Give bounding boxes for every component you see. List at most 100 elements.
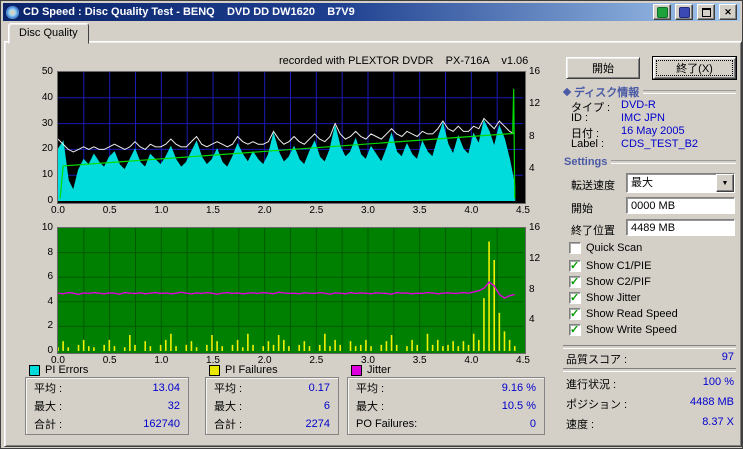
pi-failures-stats-box: 平均 : 0.17 最大 : 6 合計 : 2274 — [205, 377, 339, 435]
axis-tick-label: 16 — [529, 222, 541, 233]
stat-row: 合計 : 162740 — [26, 414, 188, 432]
disc-label-row: Label : CDS_TEST_B2 — [571, 138, 735, 150]
close-icon: ✕ — [724, 6, 732, 17]
check-icon: ✓ — [570, 276, 580, 288]
progress-label: 進行状況 : — [566, 379, 617, 391]
axis-tick-label: 2.5 — [309, 355, 324, 366]
check-icon: ✓ — [570, 260, 580, 272]
disc-info-header-label: ディスク情報 — [574, 87, 640, 99]
stat-label: 最大 : — [214, 400, 243, 413]
exit-button[interactable]: 終了(X) — [653, 57, 736, 79]
checkbox-show-c1-pie[interactable]: ✓ Show C1/PIE — [569, 259, 651, 273]
pin-icon — [656, 6, 668, 18]
stat-value: 10.5 % — [501, 399, 536, 412]
cd-disc-icon[interactable] — [6, 5, 19, 19]
stat-value: 0.17 — [308, 381, 330, 394]
progress-value: 100 % — [702, 376, 734, 388]
stat-label: 平均 : — [214, 382, 243, 395]
checkbox[interactable]: ✓ — [569, 276, 581, 288]
cd-speed-window: CD Speed : Disc Quality Test - BENQ DVD … — [0, 0, 743, 449]
settings-header: Settings — [564, 156, 736, 168]
axis-tick-label: 2.0 — [257, 205, 272, 216]
axis-tick-label: 4.5 — [516, 355, 530, 366]
speed-value: 8.37 X — [702, 416, 734, 428]
axis-tick-label: 1.5 — [206, 355, 220, 366]
axis-tick-label: 2.5 — [309, 205, 324, 216]
titlebar: CD Speed : Disc Quality Test - BENQ DVD … — [3, 3, 740, 21]
stat-value: 162740 — [143, 417, 180, 430]
axis-tick-label: 30 — [41, 117, 53, 129]
tray-button[interactable] — [675, 4, 693, 20]
speed-select-value: 最大 — [631, 177, 653, 189]
disc-label-label: Label : — [571, 138, 605, 150]
checkbox-label: Show Write Speed — [586, 324, 677, 336]
recorded-with-label: recorded with PLEXTOR DVDR PX-716A v1.06 — [279, 55, 529, 67]
maximize-button[interactable] — [697, 4, 715, 20]
axis-tick-label: 4 — [529, 162, 535, 174]
axis-tick-label: 2.0 — [257, 355, 272, 366]
axis-tick-label: 8 — [529, 130, 535, 142]
header-rule — [611, 160, 736, 164]
checkbox-label: Quick Scan — [586, 242, 643, 254]
speed-select[interactable]: 最大 ▼ — [626, 173, 735, 193]
quality-score-label: 品質スコア : — [566, 354, 628, 366]
checkbox-show-jitter[interactable]: ✓ Show Jitter — [569, 291, 640, 305]
diamond-icon — [562, 87, 572, 97]
stat-value: 9.16 % — [501, 381, 536, 394]
quality-score-value: 97 — [721, 351, 734, 363]
axis-tick-label: 1.0 — [154, 355, 169, 366]
chevron-down-icon[interactable]: ▼ — [716, 174, 734, 192]
checkbox[interactable]: ✓ — [569, 308, 581, 320]
end-position-field[interactable]: 4489 MB — [626, 219, 735, 236]
disc-id-value: IMC JPN — [621, 112, 665, 124]
maximize-icon — [701, 7, 711, 17]
stat-row: 最大 : 10.5 % — [348, 396, 544, 414]
axis-tick-label: 12 — [529, 98, 541, 110]
axis-tick-label: 16 — [529, 66, 541, 77]
axis-tick-label: 0.0 — [51, 205, 65, 216]
checkbox[interactable] — [569, 242, 581, 254]
jitter-swatch — [351, 364, 362, 376]
checkbox-show-write-speed[interactable]: ✓ Show Write Speed — [569, 323, 677, 337]
axis-tick-label: 10 — [41, 169, 53, 181]
tray-icon — [678, 6, 690, 18]
pif-jitter-chart-svg — [57, 228, 523, 351]
pi-errors-stats-box: 平均 : 13.04 最大 : 32 合計 : 162740 — [25, 377, 189, 435]
header-rule — [643, 90, 736, 94]
axis-tick-label: 8 — [47, 246, 53, 258]
stat-row: 平均 : 0.17 — [206, 378, 338, 396]
checkbox-label: Show C1/PIE — [586, 260, 652, 272]
pie-errors-chart — [57, 71, 526, 204]
pie-errors-chart-svg — [57, 72, 523, 202]
start-button[interactable]: 開始 — [566, 57, 640, 79]
checkbox[interactable]: ✓ — [569, 260, 581, 272]
checkbox-label: Show Jitter — [586, 292, 641, 304]
stat-label: 合計 : — [34, 418, 63, 431]
stat-value: 13.04 — [152, 381, 180, 394]
checkbox-quick-scan[interactable]: Quick Scan — [569, 241, 642, 255]
start-position-field[interactable]: 0000 MB — [626, 197, 735, 214]
speed-label: 速度 : — [566, 419, 595, 431]
position-label: ポジション : — [566, 399, 628, 411]
disc-label-value: CDS_TEST_B2 — [621, 138, 699, 150]
checkbox-show-read-speed[interactable]: ✓ Show Read Speed — [569, 307, 678, 321]
checkbox[interactable]: ✓ — [569, 324, 581, 336]
close-button[interactable]: ✕ — [719, 4, 737, 20]
position-value: 4488 MB — [689, 396, 734, 408]
axis-tick-label: 6 — [47, 271, 53, 283]
stat-value: 2274 — [305, 417, 330, 430]
disc-id-row: ID : IMC JPN — [571, 112, 735, 124]
axis-tick-label: 50 — [41, 66, 53, 77]
stat-label: 合計 : — [214, 418, 243, 431]
speed-row: 速度 : 8.37 X — [566, 416, 734, 432]
pin-button[interactable] — [653, 4, 671, 20]
check-icon: ✓ — [570, 324, 580, 336]
axis-tick-label: 3.0 — [361, 205, 375, 216]
axis-tick-label: 10 — [41, 222, 53, 233]
checkbox[interactable]: ✓ — [569, 292, 581, 304]
checkbox-label: Show Read Speed — [586, 308, 678, 320]
checkbox-show-c2-pif[interactable]: ✓ Show C2/PIF — [569, 275, 651, 289]
axis-tick-label: 4 — [529, 314, 535, 326]
tab-disc-quality[interactable]: Disc Quality — [8, 23, 89, 44]
jitter-stats-box: 平均 : 9.16 % 最大 : 10.5 % PO Failures: 0 — [347, 377, 545, 435]
